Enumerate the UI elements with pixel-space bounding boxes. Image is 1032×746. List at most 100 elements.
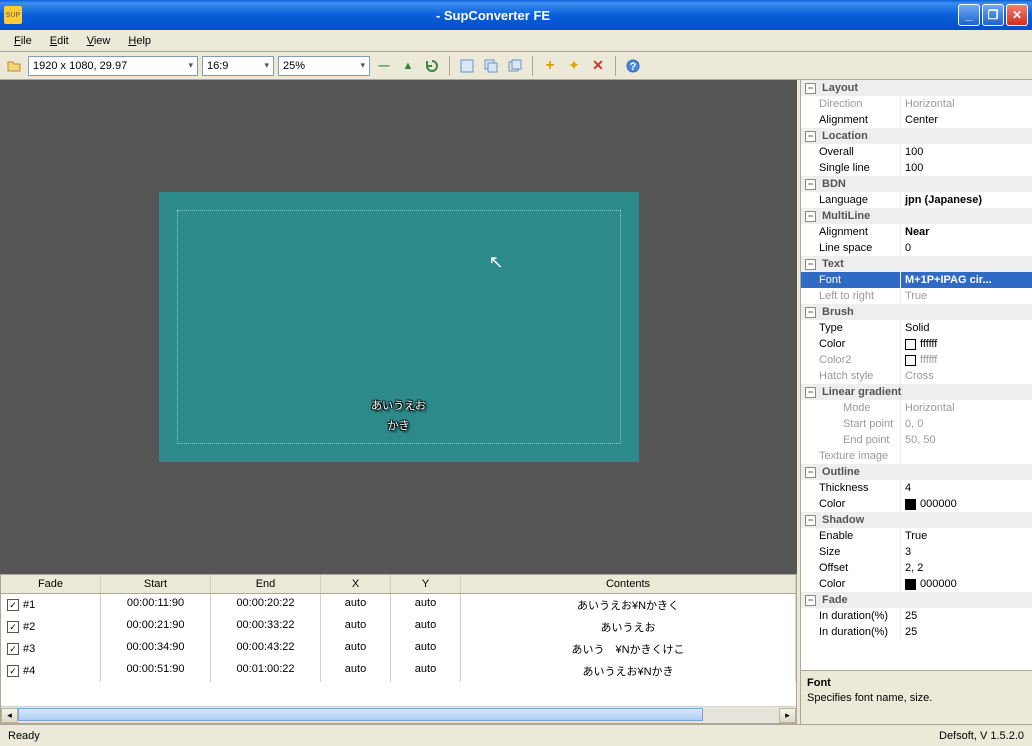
help-button[interactable]: ? [623,56,643,76]
prop-row[interactable]: Thickness4 [801,480,1032,496]
color-swatch [905,499,916,510]
collapse-icon[interactable]: − [805,259,816,270]
prop-row[interactable]: Hatch styleCross [801,368,1032,384]
col-contents[interactable]: Contents [461,575,796,593]
prop-row[interactable]: Color ffffff [801,336,1032,352]
prop-key: Size [801,544,901,560]
prop-row[interactable]: End point50, 50 [801,432,1032,448]
prop-key: Mode [801,400,901,416]
subtitle-line-1: あいうえお [371,400,426,412]
col-y[interactable]: Y [391,575,461,593]
prop-row[interactable]: Texture image [801,448,1032,464]
prop-row[interactable]: Color 000000 [801,576,1032,592]
prop-key: Start point [801,416,901,432]
prop-row[interactable]: Overall100 [801,144,1032,160]
table-row[interactable]: ✓#100:00:11:9000:00:20:22autoautoあいうえお¥N… [1,594,796,616]
prop-row[interactable]: In duration(%)25 [801,608,1032,624]
tool-a-button[interactable] [457,56,477,76]
prop-row[interactable]: In duration(%)25 [801,624,1032,640]
prop-key: Font [801,272,901,288]
prop-row[interactable]: EnableTrue [801,528,1032,544]
table-row[interactable]: ✓#300:00:34:9000:00:43:22autoautoあいう ¥Nか… [1,638,796,660]
collapse-icon[interactable]: − [805,83,816,94]
prop-category[interactable]: −Brush [801,304,1032,320]
col-end[interactable]: End [211,575,321,593]
prop-row[interactable]: ModeHorizontal [801,400,1032,416]
property-grid[interactable]: −LayoutDirectionHorizontalAlignmentCente… [801,80,1032,670]
cell-y: auto [391,594,461,616]
prop-value: 000000 [901,576,1032,592]
row-id: #1 [23,599,35,611]
prop-row[interactable]: AlignmentCenter [801,112,1032,128]
add-button[interactable]: + [540,56,560,76]
prop-category[interactable]: −Location [801,128,1032,144]
cell-contents: あいうえお¥Nかき [461,660,796,682]
scroll-left-icon[interactable]: ◂ [1,708,18,723]
minimize-button[interactable]: _ [958,4,980,26]
prop-category[interactable]: −Shadow [801,512,1032,528]
prop-row[interactable]: Color2 ffffff [801,352,1032,368]
tool-b-button[interactable] [481,56,501,76]
menu-edit[interactable]: Edit [44,33,75,49]
zoom-combo[interactable]: 25%▾ [278,56,370,76]
collapse-icon[interactable]: − [805,387,816,398]
col-x[interactable]: X [321,575,391,593]
prop-category[interactable]: −Linear gradient [801,384,1032,400]
prop-row[interactable]: AlignmentNear [801,224,1032,240]
cell-contents: あいう ¥Nかきくけこ [461,638,796,660]
prop-category[interactable]: −Fade [801,592,1032,608]
collapse-icon[interactable]: − [805,211,816,222]
collapse-icon[interactable]: − [805,467,816,478]
prop-value: 000000 [901,496,1032,512]
table-row[interactable]: ✓#400:00:51:9000:01:00:22autoautoあいうえお¥N… [1,660,796,682]
checkbox-icon[interactable]: ✓ [7,621,19,633]
prop-row[interactable]: Single line100 [801,160,1032,176]
scroll-right-icon[interactable]: ▸ [779,708,796,723]
collapse-icon[interactable]: − [805,307,816,318]
prop-row[interactable]: Offset2, 2 [801,560,1032,576]
collapse-icon[interactable]: − [805,595,816,606]
menu-help[interactable]: Help [122,33,157,49]
add-sparkle-button[interactable]: ✦ [564,56,584,76]
prop-row[interactable]: Line space0 [801,240,1032,256]
prop-category[interactable]: −Layout [801,80,1032,96]
aspect-combo[interactable]: 16:9▾ [202,56,274,76]
tool-minus-button[interactable]: — [374,56,394,76]
prop-category[interactable]: −Outline [801,464,1032,480]
table-row[interactable]: ✓#200:00:21:9000:00:33:22autoautoあいうえお [1,616,796,638]
prop-value: M+1P+IPAG cir... [901,272,1032,288]
tool-c-button[interactable] [505,56,525,76]
prop-row[interactable]: Color 000000 [801,496,1032,512]
scroll-thumb[interactable] [18,708,703,721]
prop-category[interactable]: −Text [801,256,1032,272]
maximize-button[interactable]: ❐ [982,4,1004,26]
prop-row[interactable]: FontM+1P+IPAG cir... [801,272,1032,288]
prop-row[interactable]: Size3 [801,544,1032,560]
menu-file[interactable]: File [8,33,38,49]
menu-view[interactable]: View [81,33,117,49]
prop-row[interactable]: DirectionHorizontal [801,96,1032,112]
collapse-icon[interactable]: − [805,179,816,190]
prop-row[interactable]: Start point0, 0 [801,416,1032,432]
resolution-combo[interactable]: 1920 x 1080, 29.97▾ [28,56,198,76]
tool-refresh-button[interactable] [422,56,442,76]
col-fade[interactable]: Fade [1,575,101,593]
cell-start: 00:00:11:90 [101,594,211,616]
prop-category[interactable]: −MultiLine [801,208,1032,224]
close-button[interactable]: ✕ [1006,4,1028,26]
prop-category[interactable]: −BDN [801,176,1032,192]
preview-canvas[interactable]: あいうえお かき ↖ [159,192,639,462]
horizontal-scrollbar[interactable]: ◂ ▸ [1,706,796,723]
col-start[interactable]: Start [101,575,211,593]
prop-row[interactable]: Left to rightTrue [801,288,1032,304]
delete-button[interactable]: ✕ [588,56,608,76]
checkbox-icon[interactable]: ✓ [7,643,19,655]
checkbox-icon[interactable]: ✓ [7,599,19,611]
collapse-icon[interactable]: − [805,515,816,526]
open-button[interactable] [4,56,24,76]
tool-up-button[interactable]: ▲ [398,56,418,76]
prop-row[interactable]: TypeSolid [801,320,1032,336]
checkbox-icon[interactable]: ✓ [7,665,19,677]
collapse-icon[interactable]: − [805,131,816,142]
prop-row[interactable]: Languagejpn (Japanese) [801,192,1032,208]
